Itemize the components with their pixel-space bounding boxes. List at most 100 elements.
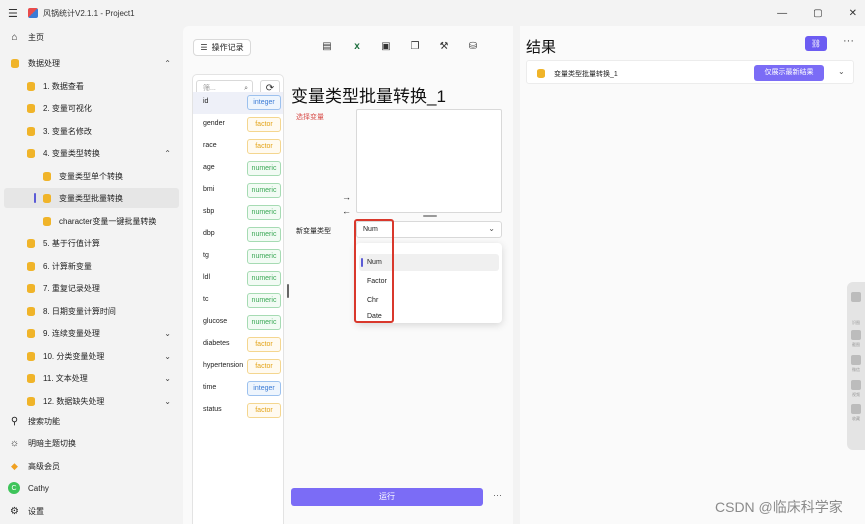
widget-icon[interactable] — [851, 292, 861, 302]
operation-record-button[interactable]: ☰ 操作记录 — [193, 39, 251, 56]
variable-name: age — [203, 164, 215, 171]
chevron-down-icon[interactable]: ⌄ — [838, 67, 845, 76]
home-icon: ⌂ — [11, 31, 18, 43]
sidebar-item-label: 搜索功能 — [28, 416, 60, 426]
sidebar-item-duplicates[interactable]: 7. 重复记录处理 — [4, 278, 179, 298]
variable-row[interactable]: hypertension factor — [193, 356, 283, 378]
sidebar-item-single-convert[interactable]: 变量类型单个转换 — [4, 166, 179, 186]
variable-row[interactable]: tg numeric — [193, 246, 283, 268]
variable-name: bmi — [203, 186, 215, 193]
variable-row[interactable]: age numeric — [193, 158, 283, 180]
variable-row[interactable]: status factor — [193, 400, 283, 422]
variable-row[interactable]: time integer — [193, 378, 283, 400]
wrench-icon[interactable]: ⚒ — [438, 41, 450, 53]
sidebar-item-var-visual[interactable]: 2. 变量可视化 — [4, 98, 179, 118]
sidebar-item-label: 明暗主题切换 — [28, 438, 76, 448]
sidebar-item-label: character变量一键批量转换 — [59, 216, 157, 226]
sidebar-item-data-view[interactable]: 1. 数据查看 — [4, 76, 179, 96]
chevron-down-icon: ⌄ — [164, 351, 171, 361]
copy-icon[interactable]: ❐ — [409, 41, 421, 53]
camera-icon[interactable] — [851, 330, 861, 340]
sidebar-item-var-type-convert[interactable]: 4. 变量类型转换 ⌃ — [4, 143, 179, 163]
link-button[interactable]: ⛓ — [805, 36, 827, 51]
search-icon: ⚲ — [10, 415, 19, 427]
side-widget-label: 微信 — [852, 367, 860, 372]
variable-name: race — [203, 142, 217, 149]
sidebar-item-var-rename[interactable]: 3. 变量名修改 — [4, 121, 179, 141]
file-export-icon[interactable]: ▤ — [321, 41, 333, 53]
sidebar-item-date-calc[interactable]: 8. 日期变量计算时间 — [4, 301, 179, 321]
resize-handle[interactable] — [423, 215, 437, 217]
chevron-down-icon: ⌄ — [488, 224, 495, 233]
variable-type-badge: integer — [247, 381, 281, 396]
database-icon — [26, 351, 35, 361]
bookmark-icon[interactable] — [851, 404, 861, 414]
sidebar-item-data-processing[interactable]: 数据处理 ⌃ — [4, 53, 179, 73]
database-icon — [42, 216, 51, 226]
sidebar-item-label: 变量类型单个转换 — [59, 171, 123, 181]
avatar: C — [8, 482, 20, 494]
excel-icon[interactable]: x — [351, 41, 363, 53]
sidebar-item-home[interactable]: ⌂ 主页 — [4, 27, 179, 47]
sidebar-item-categorical[interactable]: 10. 分类变量处理 ⌄ — [4, 346, 179, 366]
sidebar-item-vip[interactable]: ◆ 高级会员 — [4, 456, 179, 476]
sidebar-item-theme[interactable]: ☼ 明暗主题切换 — [4, 433, 179, 453]
database-icon — [26, 328, 35, 338]
variable-row[interactable]: tc numeric — [193, 290, 283, 312]
variable-row[interactable]: dbp numeric — [193, 224, 283, 246]
list-icon: ☰ — [200, 43, 208, 52]
play-icon[interactable] — [851, 380, 861, 390]
variable-row[interactable]: race factor — [193, 136, 283, 158]
sidebar-item-text[interactable]: 11. 文本处理 ⌄ — [4, 368, 179, 388]
maximize-button[interactable]: ▢ — [813, 8, 822, 19]
sidebar-item-missing[interactable]: 12. 数据缺失处理 ⌄ — [4, 391, 179, 411]
variable-row[interactable]: gender factor — [193, 114, 283, 136]
result-item[interactable]: 变量类型批量转换_1 仅展示最新结果 ⌄ — [526, 60, 854, 84]
sidebar-item-settings[interactable]: ⚙ 设置 — [4, 501, 179, 521]
sidebar-item-search[interactable]: ⚲ 搜索功能 — [4, 411, 179, 431]
sidebar-item-continuous[interactable]: 9. 连续变量处理 ⌄ — [4, 323, 179, 343]
database-icon — [42, 171, 51, 181]
chat-icon[interactable] — [851, 355, 861, 365]
variable-name: diabetes — [203, 340, 230, 347]
variable-type-badge: numeric — [247, 271, 281, 286]
sidebar-item-batch-convert[interactable]: 变量类型批量转换 — [4, 188, 179, 208]
database-icon — [26, 81, 35, 91]
database-icon — [26, 396, 35, 406]
panel-splitter[interactable] — [287, 284, 289, 298]
run-button[interactable]: 运行 — [291, 488, 483, 506]
sidebar-item-row-calc[interactable]: 5. 基于行值计算 — [4, 233, 179, 253]
database-toolbar-icon[interactable]: ⛁ — [467, 41, 479, 53]
variable-row[interactable]: id integer — [193, 92, 283, 114]
show-latest-button[interactable]: 仅展示最新结果 — [754, 65, 824, 81]
sidebar-item-user[interactable]: C Cathy — [4, 478, 179, 498]
side-widget-label: 视频 — [852, 392, 860, 397]
save-icon[interactable]: ▣ — [380, 41, 392, 53]
sidebar-item-new-var[interactable]: 6. 计算新变量 — [4, 256, 179, 276]
sidebar: ⌂ 主页 数据处理 ⌃ 1. 数据查看 2. 变量可视化 3. 变量名修改 4.… — [0, 26, 183, 524]
close-button[interactable]: ✕ — [849, 8, 857, 19]
selected-variables-box[interactable] — [356, 109, 502, 213]
arrow-right-icon[interactable]: → — [342, 192, 351, 202]
minimize-button[interactable]: — — [777, 8, 787, 19]
variable-type-badge: numeric — [247, 249, 281, 264]
more-options-button[interactable]: ··· — [493, 490, 502, 500]
sidebar-item-char-batch-convert[interactable]: character变量一键批量转换 — [4, 211, 179, 231]
variable-row[interactable]: diabetes factor — [193, 334, 283, 356]
select-variable-label: 选择变量 — [296, 114, 324, 121]
variable-name: tg — [203, 252, 209, 259]
variable-name: ldl — [203, 274, 211, 281]
hamburger-menu-icon[interactable]: ☰ — [8, 7, 22, 20]
sidebar-item-label: 主页 — [28, 32, 44, 42]
variable-row[interactable]: ldl numeric — [193, 268, 283, 290]
title-bar: ☰ 风锅统计V2.1.1 - Project1 — ▢ ✕ — [0, 0, 865, 26]
variable-row[interactable]: glucose numeric — [193, 312, 283, 334]
database-icon — [10, 58, 19, 68]
sidebar-item-label: 5. 基于行值计算 — [43, 238, 100, 248]
arrow-left-icon[interactable]: ← — [342, 206, 351, 216]
results-more-button[interactable]: ··· — [843, 35, 854, 47]
variable-type-badge: integer — [247, 95, 281, 110]
variable-row[interactable]: bmi numeric — [193, 180, 283, 202]
variable-name: id — [203, 98, 209, 105]
variable-row[interactable]: sbp numeric — [193, 202, 283, 224]
